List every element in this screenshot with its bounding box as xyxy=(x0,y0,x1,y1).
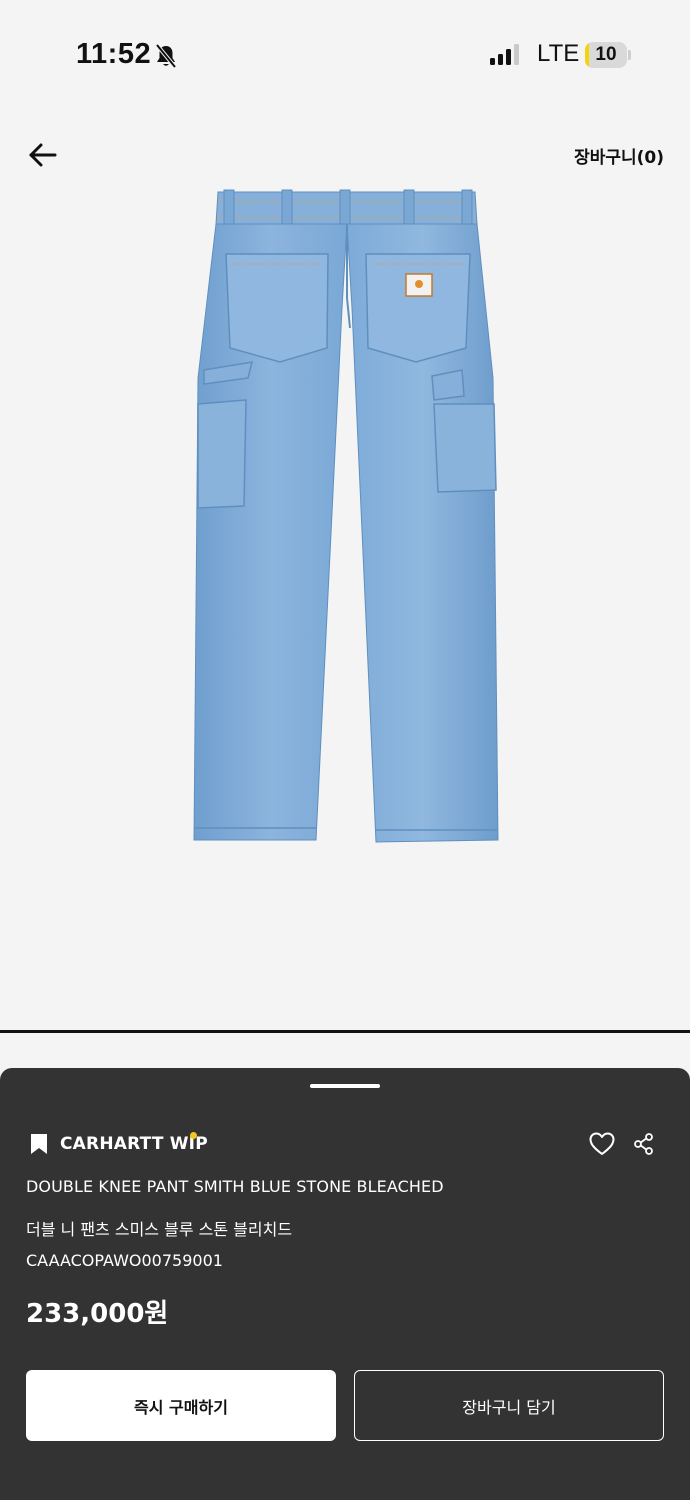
add-to-cart-button[interactable]: 장바구니 담기 xyxy=(354,1370,664,1441)
section-divider xyxy=(0,1030,690,1033)
product-name-english: DOUBLE KNEE PANT SMITH BLUE STONE BLEACH… xyxy=(26,1177,444,1196)
bookmark-icon[interactable] xyxy=(30,1133,48,1155)
heart-icon[interactable] xyxy=(589,1132,615,1156)
network-type: LTE xyxy=(537,40,580,67)
bell-off-icon xyxy=(155,43,177,69)
brand-name[interactable]: CARHARTT WIP xyxy=(60,1134,208,1154)
product-name-korean: 더블 니 팬츠 스미스 블루 스톤 블리치드 xyxy=(26,1220,293,1239)
share-icon[interactable] xyxy=(634,1133,654,1155)
status-bar: 11:52 LTE 10 xyxy=(0,0,690,110)
buy-now-button[interactable]: 즉시 구매하기 xyxy=(26,1370,336,1441)
back-arrow-icon[interactable] xyxy=(26,138,60,172)
product-code: CAAACOPAWO00759001 xyxy=(26,1251,223,1270)
signal-icon xyxy=(490,44,519,65)
product-image[interactable] xyxy=(190,188,502,848)
cart-link[interactable]: 장바구니(0) xyxy=(574,143,664,168)
sheet-drag-handle[interactable] xyxy=(310,1084,380,1088)
battery-icon: 10 xyxy=(585,42,631,68)
product-price: 233,000원 xyxy=(26,1299,169,1329)
product-info-sheet: CARHARTT WIP DOUBLE KNEE PANT SMITH BLUE… xyxy=(0,1068,690,1500)
battery-level: 10 xyxy=(595,44,617,65)
brand-new-dot xyxy=(190,1132,197,1139)
status-time: 11:52 xyxy=(76,38,152,70)
